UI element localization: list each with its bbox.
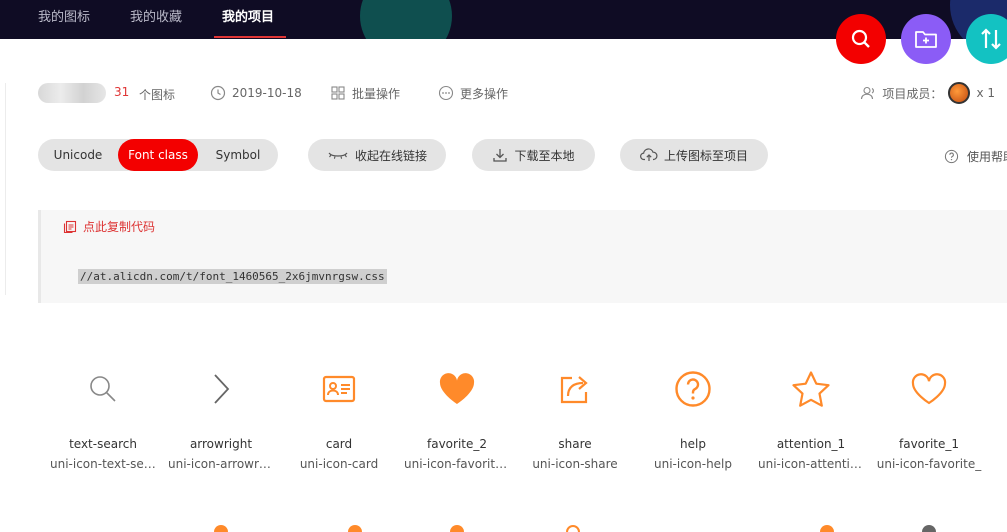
heart-outline-icon (911, 373, 947, 405)
icon-name: text-search (69, 437, 137, 451)
card-icon (322, 375, 356, 403)
icon-class: uni-icon-card (299, 457, 379, 471)
icon-name: favorite_1 (898, 437, 959, 451)
copy-code-label: 点此复制代码 (83, 220, 156, 234)
copy-code-button[interactable]: 点此复制代码 (63, 218, 155, 235)
icon-class: uni-icon-favorite_1 (404, 457, 516, 471)
more-icon (438, 85, 454, 101)
icon-name: favorite_2 (426, 437, 487, 451)
partial-icon (820, 525, 834, 532)
icon-name: attention_1 (776, 437, 846, 451)
search-icon (90, 376, 116, 402)
icon-grid: text-search uni-icon-text-search arrowri… (44, 361, 1004, 481)
share-icon (560, 376, 588, 404)
icon-class: uni-icon-text-search (50, 457, 162, 471)
icon-item[interactable]: share uni-icon-share (516, 361, 634, 471)
icon-class: uni-icon-arrowright (168, 457, 280, 471)
partial-icon (348, 525, 362, 532)
icon-class: uni-icon-help (653, 457, 733, 471)
icon-name: card (325, 437, 353, 451)
partial-icon (922, 525, 936, 532)
search-fab[interactable] (836, 14, 886, 64)
upload-button[interactable]: 上传图标至项目 (620, 139, 768, 171)
clock-icon (210, 85, 226, 101)
folder-add-icon (915, 31, 937, 48)
mode-font-class[interactable]: Font class (118, 139, 198, 171)
mode-unicode[interactable]: Unicode (38, 139, 118, 171)
help-icon (675, 371, 711, 407)
nav-tab-my-icons[interactable]: 我的图标 (38, 6, 90, 25)
collapse-link-label: 收起在线链接 (354, 148, 427, 163)
help-label: 使用帮助 (967, 150, 1007, 164)
icon-count: 31 (114, 85, 130, 99)
icon-class: uni-icon-attention_1 (758, 457, 870, 471)
nav-tab-my-projects[interactable]: 我的项目 (222, 6, 274, 25)
icon-count-label: 个图标 (139, 88, 176, 102)
avatar[interactable] (948, 82, 971, 104)
members-count: x 1 (976, 86, 995, 100)
active-tab-indicator (214, 36, 286, 38)
icon-class: uni-icon-favorite_ (876, 457, 982, 471)
sort-icon (981, 28, 1001, 50)
grid-icon (331, 86, 345, 100)
partial-icon (450, 525, 464, 532)
add-folder-fab[interactable] (901, 14, 951, 64)
star-icon (792, 371, 830, 407)
members-icon (861, 86, 875, 100)
members-label: 项目成员： (882, 86, 943, 101)
project-date: 2019-10-18 (210, 83, 302, 103)
partial-icon (566, 525, 580, 532)
download-button[interactable]: 下载至本地 (472, 139, 595, 171)
online-link-code-box: 点此复制代码 //at.alicdn.com/t/font_1460565_2x… (38, 210, 1007, 303)
more-operations-button[interactable]: 更多操作 (438, 83, 508, 103)
partial-icon (214, 525, 228, 532)
icon-item[interactable]: arrowright uni-icon-arrowright (162, 361, 280, 471)
icon-item[interactable]: favorite_2 uni-icon-favorite_1 (398, 361, 516, 471)
icon-name: help (680, 437, 706, 451)
icon-item[interactable]: card uni-icon-card (280, 361, 398, 471)
download-icon (493, 149, 508, 162)
project-name-blurred (38, 83, 106, 103)
date-text: 2019-10-18 (232, 86, 302, 100)
icon-class: uni-icon-share (532, 457, 618, 471)
cloud-upload-icon (640, 148, 658, 161)
icon-item[interactable]: favorite_1 uni-icon-favorite_ (870, 361, 988, 471)
copy-icon (63, 220, 77, 233)
collapse-link-button[interactable]: 收起在线链接 (308, 139, 446, 171)
project-content: 31 个图标 2019-10-18 批量操作 更多操作 项目成员： x 1 Un… (0, 39, 1007, 532)
mode-symbol[interactable]: Symbol (198, 139, 278, 171)
question-icon (944, 149, 959, 164)
more-operations-label: 更多操作 (460, 86, 509, 101)
icon-item[interactable]: help uni-icon-help (634, 361, 752, 471)
project-info-row: 31 个图标 2019-10-18 批量操作 更多操作 项目成员： x 1 (0, 82, 1007, 107)
next-icon-row-partial (0, 521, 1007, 532)
mode-switch: Unicode Font class Symbol (38, 139, 278, 171)
css-link-url[interactable]: //at.alicdn.com/t/font_1460565_2x6jmvnrg… (78, 269, 387, 284)
heart-filled-icon (439, 373, 475, 404)
arrow-right-icon (214, 374, 230, 404)
icon-name: share (558, 437, 592, 451)
eye-closed-icon (328, 152, 348, 159)
divider (5, 83, 6, 295)
download-label: 下载至本地 (514, 148, 575, 163)
search-icon (851, 29, 870, 48)
icon-item[interactable]: attention_1 uni-icon-attention_1 (752, 361, 870, 471)
nav-tab-my-favorites[interactable]: 我的收藏 (130, 6, 182, 25)
upload-label: 上传图标至项目 (663, 148, 748, 163)
batch-operation-button[interactable]: 批量操作 (330, 83, 400, 103)
project-members[interactable]: 项目成员： x 1 (860, 82, 995, 104)
icon-item[interactable]: text-search uni-icon-text-search (44, 361, 162, 471)
nav-decoration (360, 0, 452, 39)
batch-operation-label: 批量操作 (352, 86, 401, 101)
help-link[interactable]: 使用帮助 (944, 148, 1007, 165)
icon-name: arrowright (189, 437, 253, 451)
